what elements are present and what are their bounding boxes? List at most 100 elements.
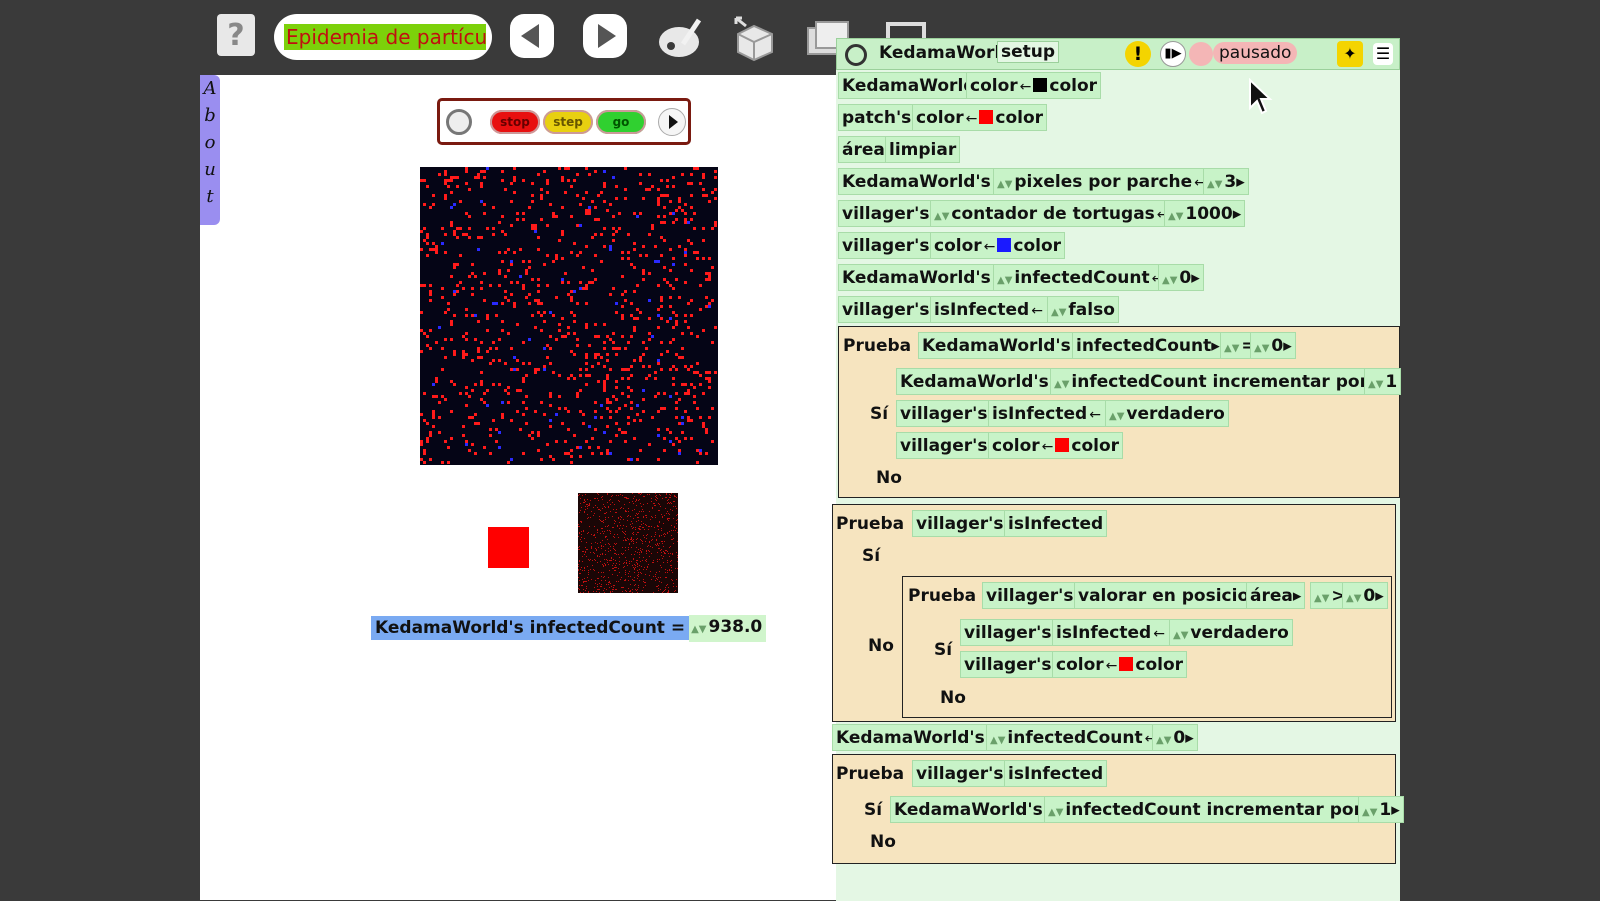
tile-object[interactable]: villager's	[960, 651, 1056, 678]
patch-color-swatch[interactable]	[488, 527, 529, 568]
red-swatch[interactable]	[1055, 438, 1070, 452]
thumbnail-particle	[635, 501, 636, 502]
tile-color-setter[interactable]: color ← color	[966, 72, 1102, 99]
tile-object[interactable]: villager's	[960, 619, 1056, 646]
tile-object[interactable]: área	[838, 136, 889, 163]
tile-number[interactable]: ▲▼ 0▸	[1342, 582, 1388, 609]
tile-object[interactable]: KedamaWorld's	[918, 332, 1075, 359]
tile-object[interactable]: KedamaWorld's	[838, 168, 995, 195]
warning-icon[interactable]: !	[1125, 41, 1151, 67]
villager-particle	[564, 407, 567, 410]
red-swatch[interactable]	[1119, 657, 1134, 671]
step-button[interactable]: step	[543, 110, 593, 134]
thumbnail-particle	[583, 530, 584, 531]
tile-number[interactable]: ▲▼ 1	[1364, 368, 1402, 395]
tile-object[interactable]: villager's	[838, 232, 934, 259]
red-swatch[interactable]	[979, 110, 994, 124]
tile-boolean[interactable]: ▲▼ verdadero	[1105, 400, 1229, 427]
tile-getter[interactable]: infectedCount▸	[1072, 332, 1224, 359]
go-button[interactable]: go	[596, 110, 646, 134]
tile-object[interactable]: villager's	[912, 760, 1008, 787]
tile-number[interactable]: ▲▼ 0▸	[1158, 264, 1204, 291]
project-title-field[interactable]: Epidemia de partícu	[274, 14, 492, 60]
tile-number[interactable]: ▲▼ 0▸	[1250, 332, 1296, 359]
tile-color-setter[interactable]: color ← color	[912, 104, 1048, 131]
next-page-button[interactable]	[583, 14, 627, 58]
thumbnail-particle	[610, 533, 611, 534]
tile-boolean[interactable]: ▲▼ falso	[1047, 296, 1119, 323]
tile-setter[interactable]: isInfected ←	[930, 296, 1049, 323]
tile-object[interactable]: villager's	[912, 510, 1008, 537]
tile-color-setter[interactable]: color ← color	[1052, 651, 1188, 678]
thumbnail-particle	[623, 525, 624, 526]
tile-object[interactable]: KedamaWorld's	[890, 796, 1047, 823]
tile-function[interactable]: valorar en posicion	[1074, 582, 1266, 609]
thumbnail-particle	[636, 521, 637, 522]
tile-number[interactable]: ▲▼ 3▸	[1203, 168, 1249, 195]
tile-getter[interactable]: isInfected	[1004, 510, 1108, 537]
tile-object[interactable]: villager's	[896, 432, 992, 459]
thumbnail-particle	[608, 548, 609, 549]
tile-getter[interactable]: isInfected	[1004, 760, 1108, 787]
villager-particle	[711, 341, 714, 344]
tile-object[interactable]: villager's	[896, 400, 992, 427]
villager-particle	[681, 431, 684, 434]
world-thumbnail[interactable]	[578, 493, 678, 593]
thumbnail-particle	[615, 512, 616, 513]
tile-command[interactable]: limpiar	[885, 136, 961, 163]
thumbnail-particle	[664, 533, 665, 534]
play-arrow-button[interactable]	[658, 108, 686, 136]
tile-setter[interactable]: ▲▼infectedCount←	[986, 724, 1163, 751]
tile-object[interactable]: KedamaWorld's	[832, 724, 989, 751]
status-pill[interactable]: pausado	[1213, 42, 1298, 64]
thumbnail-particle	[597, 507, 598, 508]
about-flap[interactable]: A b o u t	[200, 75, 220, 225]
tile-setter[interactable]: ▲▼infectedCount←	[993, 264, 1170, 291]
ring-icon[interactable]	[446, 109, 472, 135]
tile-number[interactable]: ▲▼ 1000▸	[1164, 200, 1246, 227]
stop-button[interactable]: stop	[490, 110, 540, 134]
tile-setter[interactable]: ▲▼ pixeles por parche ←	[993, 168, 1212, 195]
tile-object[interactable]: KedamaWorld's	[838, 264, 995, 291]
ring-icon[interactable]	[845, 44, 867, 66]
hamburger-menu-icon[interactable]: ☰	[1373, 43, 1393, 65]
black-swatch[interactable]	[1033, 78, 1048, 92]
previous-page-button[interactable]	[510, 14, 554, 58]
infected-count-watcher[interactable]: KedamaWorld's infectedCount = ▲▼ 938.0	[371, 614, 767, 642]
tile-incrementer[interactable]: ▲▼ infectedCount incrementar por	[1044, 796, 1366, 823]
tile-setter[interactable]: isInfected ←	[988, 400, 1107, 427]
villager-particle	[675, 437, 678, 440]
help-button[interactable]: ?	[217, 14, 255, 56]
tile-object[interactable]: KedamaWorld's	[896, 368, 1053, 395]
villager-particle	[426, 422, 429, 425]
tile-object[interactable]: villager's	[838, 296, 934, 323]
menu-gear-icon[interactable]: ✦	[1337, 41, 1363, 67]
tile-object[interactable]: villager's	[982, 582, 1078, 609]
villager-particle	[510, 182, 513, 185]
supplies-box-icon[interactable]	[728, 12, 780, 64]
thumbnail-particle	[617, 526, 618, 527]
tile-color-setter[interactable]: color ← color	[988, 432, 1124, 459]
tile-object[interactable]: villager's	[838, 200, 934, 227]
paint-palette-icon[interactable]	[655, 12, 707, 64]
tile-boolean[interactable]: ▲▼ verdadero	[1169, 619, 1293, 646]
script-name-field[interactable]: setup	[997, 41, 1060, 63]
thumbnail-particle	[584, 581, 585, 582]
kedama-world-canvas[interactable]	[420, 167, 718, 465]
villager-particle	[498, 284, 501, 287]
blue-swatch[interactable]	[997, 238, 1012, 252]
step-once-icon[interactable]: ▮▶	[1160, 41, 1186, 67]
tile-object[interactable]: patch's	[838, 104, 916, 131]
tile-property: color	[1056, 655, 1104, 675]
tile-color-setter[interactable]: color ← color	[930, 232, 1066, 259]
thumbnail-particle	[669, 556, 670, 557]
tile-argument[interactable]: área▸	[1246, 582, 1306, 609]
updown-arrows-icon: ▲▼	[1054, 379, 1070, 390]
tile-number[interactable]: ▲▼ 0▸	[1152, 724, 1198, 751]
tile-incrementer[interactable]: ▲▼ infectedCount incrementar por	[1050, 368, 1372, 395]
tile-setter[interactable]: isInfected ←	[1052, 619, 1171, 646]
tile-setter[interactable]: ▲▼ contador de tortugas ←	[930, 200, 1175, 227]
tile-number[interactable]: ▲▼ 1▸	[1358, 796, 1404, 823]
villager-particle	[573, 377, 576, 380]
watcher-value-box[interactable]: ▲▼ 938.0	[689, 614, 767, 642]
